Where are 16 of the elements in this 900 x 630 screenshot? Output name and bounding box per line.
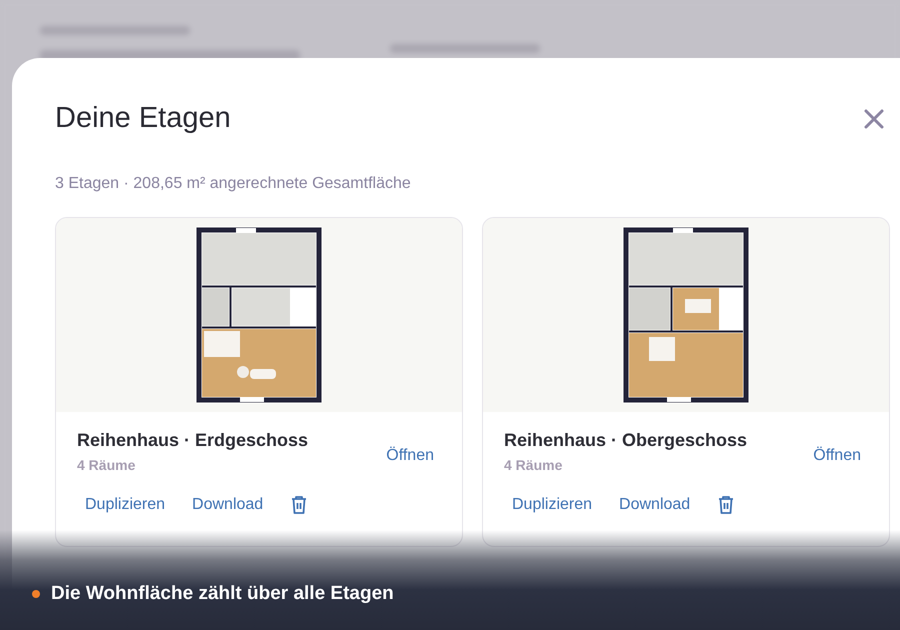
floors-summary: 3 Etagen · 208,65 m² angerechnete Gesamtfläche bbox=[55, 175, 412, 193]
download-link[interactable]: Download bbox=[192, 496, 264, 514]
open-link[interactable]: Öffnen bbox=[386, 447, 434, 465]
floor-name: Reihenhaus · Obergeschoss bbox=[504, 430, 748, 451]
room-count: 4 Räume bbox=[504, 457, 564, 473]
caption-text: Die Wohnfläche zählt über alle Etagen bbox=[51, 583, 394, 605]
duplicate-link[interactable]: Duplizieren bbox=[85, 496, 166, 514]
duplicate-link[interactable]: Duplizieren bbox=[512, 496, 592, 514]
download-link[interactable]: Download bbox=[619, 496, 690, 514]
open-link[interactable]: Öffnen bbox=[813, 447, 861, 465]
trash-icon[interactable] bbox=[290, 495, 308, 515]
room-count: 4 Räume bbox=[77, 457, 136, 473]
floor-name: Reihenhaus · Erdgeschoss bbox=[77, 430, 308, 451]
dialog-title: Deine Etagen bbox=[55, 102, 231, 135]
trash-icon[interactable] bbox=[717, 495, 736, 515]
close-icon[interactable] bbox=[863, 108, 885, 130]
